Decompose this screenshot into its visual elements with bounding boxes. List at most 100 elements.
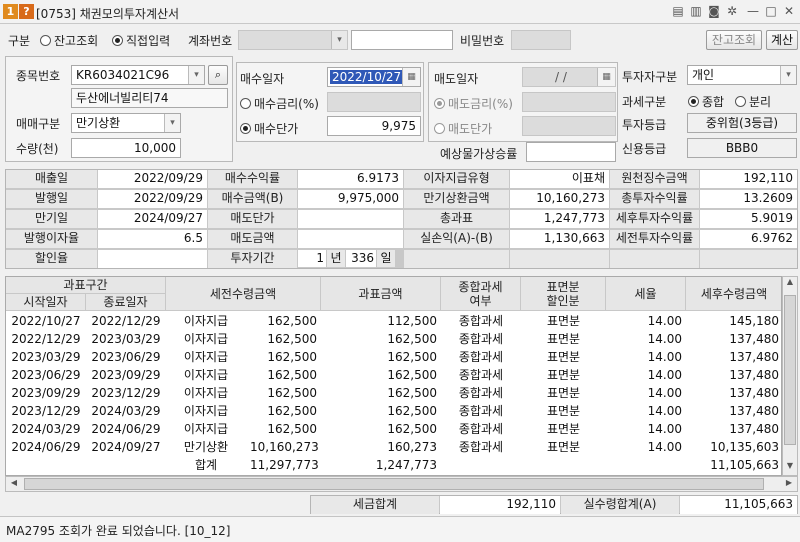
group-header: 과표구간 (6, 277, 166, 294)
table-cell: 14.00 (647, 314, 682, 328)
sell-rate-input[interactable] (522, 92, 616, 112)
close-button[interactable]: ✕ (781, 3, 797, 20)
camera-icon[interactable]: ◙ (706, 3, 722, 20)
chevron-down-icon: ▾ (164, 114, 180, 132)
info-label-1-6: 총투자수익률 (610, 190, 699, 208)
grade-label: 투자등급 (622, 118, 667, 132)
sell-price-input[interactable] (522, 116, 616, 136)
header-combined-tax[interactable]: 종합과세 여부 (441, 277, 521, 311)
paste-icon[interactable]: ▥ (688, 3, 704, 20)
investor-type-select[interactable]: 개인 ▾ (687, 65, 797, 85)
header-pre-tax-amount[interactable]: 세전수령금액 (166, 277, 321, 311)
table-cell (6, 456, 86, 474)
total-row[interactable]: 합계 11,297,773 1,247,773 11,105,663 (6, 456, 781, 474)
scroll-thumb[interactable] (784, 295, 796, 445)
table-cell: 표면분 (546, 440, 581, 454)
buy-rate-input[interactable] (327, 92, 421, 112)
calendar-icon[interactable]: ▦ (402, 68, 420, 86)
search-icon[interactable]: ⌕ (208, 65, 228, 85)
maximize-button[interactable]: □ (763, 3, 779, 20)
table-cell: 종합과세 (458, 386, 504, 400)
qty-input[interactable]: 10,000 (71, 138, 181, 158)
info-value-0-5: 이표채 (510, 170, 609, 188)
table-row[interactable]: 2022/10/27 2022/12/29 이자지급 162,500 112,500 종합… (6, 312, 781, 330)
period-years-unit: 년 (327, 250, 345, 267)
info-value-3-1: 6.5 (98, 230, 207, 248)
gear-icon[interactable]: ✲ (724, 3, 740, 20)
radio-tax-separate[interactable]: 분리 (735, 93, 771, 110)
table-cell: 종합과세 (458, 404, 504, 418)
header-tax-rate[interactable]: 세율 (606, 277, 686, 311)
help-icon[interactable]: ? (19, 4, 34, 19)
table-cell: 11,105,663 (710, 458, 779, 472)
table-cell (521, 456, 606, 474)
stock-code-input[interactable]: KR6034021C96 ▾ (71, 65, 205, 85)
info-label-4-6 (610, 250, 699, 268)
horizontal-scrollbar[interactable]: ◀ ▶ (5, 476, 798, 492)
table-cell (606, 456, 686, 474)
table-cell: 만기상환 (183, 440, 229, 454)
calendar-icon[interactable]: ▦ (597, 68, 615, 86)
scroll-left-icon[interactable]: ◀ (8, 478, 20, 490)
status-bar: MA2795 조회가 완료 되었습니다. [10_12] (0, 516, 800, 542)
account-select[interactable]: ▾ (238, 30, 348, 50)
header-after-tax-amount[interactable]: 세후수령금액 (686, 277, 781, 311)
header-surface-discount[interactable]: 표면분 할인분 (521, 277, 606, 311)
buy-date-input[interactable]: 2022/10/27 ▦ (327, 67, 421, 87)
table-cell: 112,500 (387, 314, 437, 328)
info-value-3-3 (298, 230, 403, 248)
info-value-2-1: 2024/09/27 (98, 210, 207, 228)
header-taxable-amount[interactable]: 과표금액 (321, 277, 441, 311)
chevron-down-icon: ▾ (188, 66, 204, 84)
scroll-right-icon[interactable]: ▶ (783, 478, 795, 490)
net-total-label: 실수령합계(A) (561, 496, 679, 514)
minimize-button[interactable]: — (745, 3, 761, 20)
info-label-3-4: 실손익(A)-(B) (404, 230, 509, 248)
copy-icon[interactable]: ▤ (670, 3, 686, 20)
table-row[interactable]: 2024/03/29 2024/06/29 이자지급 162,500 162,500 종합… (6, 420, 781, 438)
trade-type-select[interactable]: 만기상환 ▾ (71, 113, 181, 133)
password-input[interactable] (511, 30, 571, 50)
info-label-1-0: 발행일 (6, 190, 97, 208)
menu-number-icon[interactable]: 1 (3, 4, 18, 19)
table-cell: 2024/09/27 (91, 440, 161, 454)
table-row[interactable]: 2023/12/29 2024/03/29 이자지급 162,500 162,500 종합… (6, 402, 781, 420)
account-name-field[interactable] (351, 30, 453, 50)
info-label-0-0: 매출일 (6, 170, 97, 188)
radio-sell-rate[interactable]: 매도금리(%) (434, 95, 513, 112)
table-cell: 162,500 (267, 422, 317, 436)
sell-date-input[interactable]: / / ▦ (522, 67, 616, 87)
expected-inflation-input[interactable] (526, 142, 616, 162)
header-end-date[interactable]: 종료일자 (86, 294, 166, 311)
scroll-up-icon[interactable]: ▲ (784, 277, 796, 291)
table-row[interactable]: 2023/03/29 2023/06/29 이자지급 162,500 162,500 종합… (6, 348, 781, 366)
hscroll-thumb[interactable] (24, 478, 764, 490)
table-row[interactable]: 2023/06/29 2023/09/29 이자지급 162,500 162,500 종합… (6, 366, 781, 384)
table-cell: 160,273 (387, 440, 437, 454)
radio-buy-rate[interactable]: 매수금리(%) (240, 95, 319, 112)
radio-buy-price[interactable]: 매수단가 (240, 120, 298, 137)
info-value-1-3: 9,975,000 (298, 190, 403, 208)
buy-price-input[interactable]: 9,975 (327, 116, 421, 136)
table-cell: 2023/12/29 (11, 404, 81, 418)
scroll-down-icon[interactable]: ▼ (784, 461, 796, 475)
table-row[interactable]: 2024/06/29 2024/09/27 만기상환 10,160,273 160,27… (6, 438, 781, 456)
table-cell: 10,160,273 (250, 440, 319, 454)
radio-sell-price[interactable]: 매도단가 (434, 120, 492, 137)
radio-balance[interactable]: 잔고조회 (40, 32, 98, 49)
radio-direct[interactable]: 직접입력 (112, 32, 170, 49)
info-label-4-7 (700, 250, 797, 268)
calculate-button[interactable]: 계산 (766, 30, 798, 50)
balance-query-button[interactable]: 잔고조회 (706, 30, 762, 50)
info-label-3-0: 발행이자율 (6, 230, 97, 248)
info-value-2-3 (298, 210, 403, 228)
table-cell: 2023/09/29 (11, 386, 81, 400)
header-start-date[interactable]: 시작일자 (6, 294, 86, 311)
table-row[interactable]: 2023/09/29 2023/12/29 이자지급 162,500 162,500 종합… (6, 384, 781, 402)
investor-type-label: 투자자구분 (622, 70, 678, 84)
vertical-scrollbar[interactable]: ▲ ▼ (782, 276, 798, 476)
radio-tax-combined[interactable]: 종합 (688, 93, 724, 110)
table-row[interactable]: 2022/12/29 2023/03/29 이자지급 162,500 162,500 종합… (6, 330, 781, 348)
window-title: [0753] 채권모의투자계산서 (36, 7, 180, 21)
info-value-1-7: 13.2609 (700, 190, 797, 208)
